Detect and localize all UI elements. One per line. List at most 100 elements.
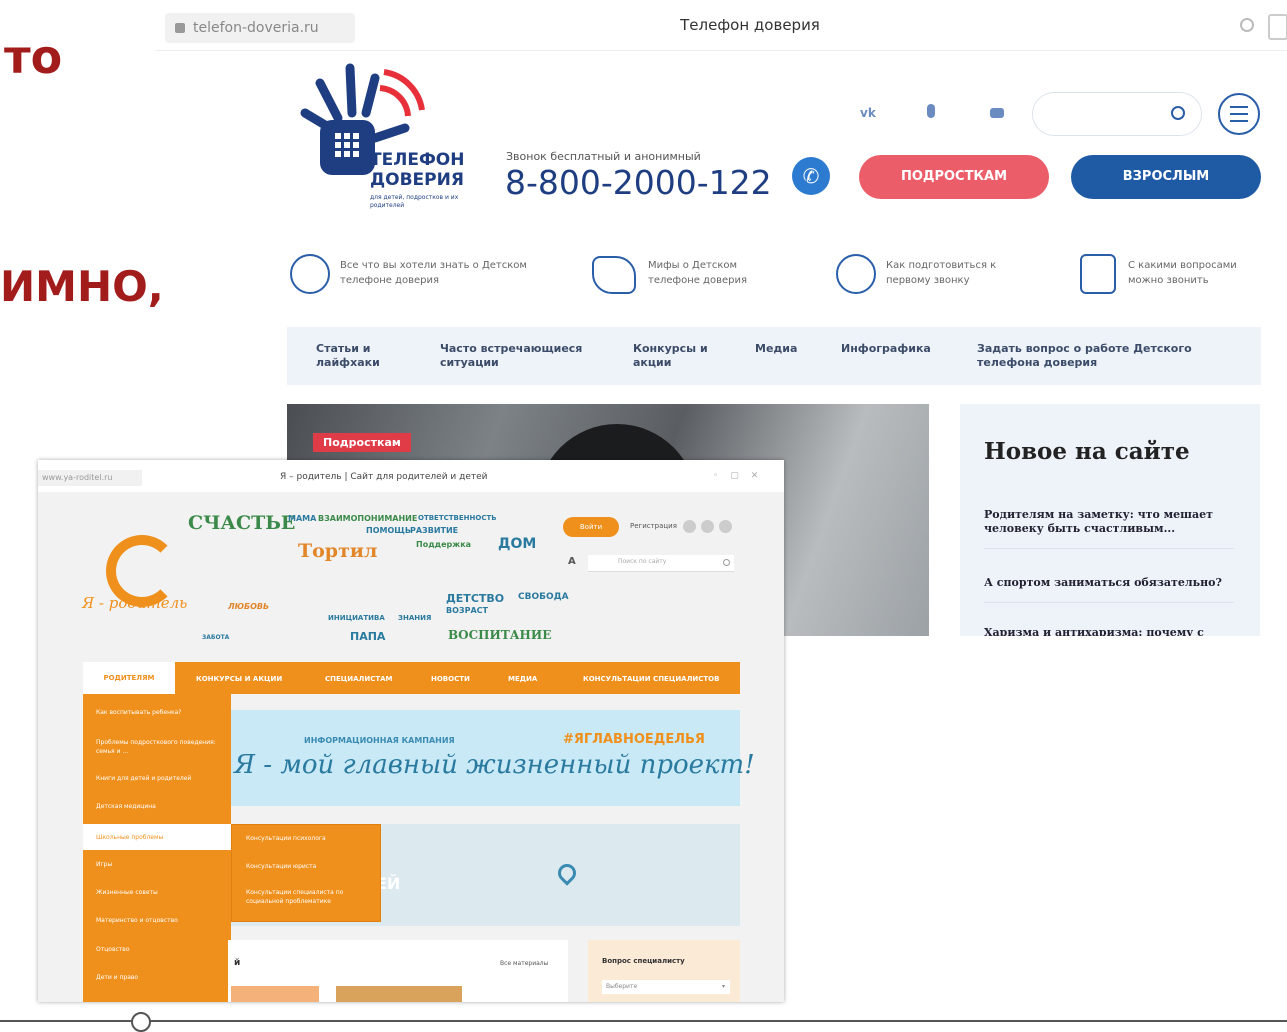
search-icon[interactable] <box>1171 106 1185 120</box>
slide-progress-track <box>0 1020 1287 1022</box>
dropdown-item[interactable]: Книги для детей и родителей <box>96 774 221 783</box>
question-bubble-icon <box>1080 254 1116 294</box>
dropdown-item[interactable]: Как воспитывать ребенка? <box>96 708 221 717</box>
browser2-window-controls[interactable]: ◦▢✕ <box>713 471 773 483</box>
browser2-url-text: www.ya-roditel.ru <box>42 473 113 482</box>
news-item[interactable]: А спортом заниматься обязательно? <box>984 576 1234 603</box>
word-cloud-word: МАМА <box>288 514 317 523</box>
dropdown-item[interactable]: Жизненные советы <box>96 888 158 897</box>
site-search-input[interactable]: Поиск по сайту <box>588 555 734 572</box>
news-panel: Новое на сайте Родителям на заметку: что… <box>960 404 1260 636</box>
browser1-extension-icon[interactable] <box>1268 14 1287 40</box>
nav-articles[interactable]: Статьи и лайфхаки <box>316 342 396 370</box>
search-icon[interactable] <box>723 559 730 566</box>
font-size-icon[interactable]: A <box>568 556 576 567</box>
facebook-icon[interactable] <box>701 520 714 533</box>
word-cloud-word: ДОМ <box>498 536 537 552</box>
register-link[interactable]: Регистрация <box>630 522 677 530</box>
nav-parents[interactable]: РОДИТЕЛЯМ <box>83 662 175 694</box>
nav-contests[interactable]: Конкурсы и акции <box>633 342 723 370</box>
brand-subtitle: для детей, подростков и их родителей <box>370 194 459 209</box>
search-placeholder: Поиск по сайту <box>618 558 667 565</box>
search-icon[interactable] <box>1240 18 1254 32</box>
nav-news[interactable]: НОВОСТИ <box>431 675 470 683</box>
vk-icon[interactable]: vk <box>860 106 876 120</box>
lock-icon <box>175 23 185 33</box>
slide-progress-handle[interactable] <box>131 1012 151 1032</box>
nav-infographics[interactable]: Инфографика <box>841 342 931 356</box>
info-link-first-call[interactable]: Как подготовиться к первому звонку <box>886 258 1016 288</box>
browser1-tab-title: Телефон доверия <box>680 16 820 34</box>
question-topic-select-value: Выберите <box>606 983 638 990</box>
nav-media[interactable]: Медиа <box>755 342 797 356</box>
phone-call-icon[interactable]: ✆ <box>792 157 830 195</box>
slide-text-fragment-middle: ИМНО, <box>0 262 164 311</box>
nav-specialists[interactable]: СПЕЦИАЛИСТАМ <box>325 675 393 683</box>
word-cloud-word: ВОСПИТАНИЕ <box>448 628 552 642</box>
word-cloud-word: РАЗВИТИЕ <box>410 526 459 535</box>
dropdown-item-active[interactable]: Школьные проблемы <box>83 824 231 850</box>
browser1-address-bar[interactable]: telefon-doveria.ru <box>165 13 355 43</box>
values-word-cloud: СЧАСТЬЕ МАМА ВЗАИМОПОНИМАНИЕ ОТВЕТСТВЕНН… <box>188 512 569 643</box>
ya-roditel-logo-text: Я - родитель <box>82 594 188 612</box>
info-link-questions[interactable]: С какими вопросами можно звонить <box>1128 258 1268 288</box>
hotline-phone-number[interactable]: 8-800-2000-122 <box>505 163 772 202</box>
youtube-icon[interactable] <box>719 520 732 533</box>
hero-category-tag[interactable]: Подросткам <box>313 433 411 452</box>
browser1-url-text: telefon-doveria.ru <box>193 20 319 36</box>
word-cloud-word: ВОЗРАСТ <box>446 606 488 615</box>
nav-contests[interactable]: КОНКУРСЫ И АКЦИИ <box>196 675 282 683</box>
nav-media[interactable]: МЕДИА <box>508 675 537 683</box>
odnoklassniki-icon[interactable] <box>927 104 935 118</box>
phone-circle-icon <box>836 254 876 294</box>
nav-consultations[interactable]: КОНСУЛЬТАЦИИ СПЕЦИАЛИСТОВ <box>583 675 719 683</box>
word-cloud-word: ПАПА <box>350 630 386 643</box>
adults-button[interactable]: ВЗРОСЛЫМ <box>1071 155 1261 199</box>
subdropdown-item[interactable]: Консультации психолога <box>246 834 371 843</box>
nav-ask-question[interactable]: Задать вопрос о работе Детского телефона… <box>977 342 1217 370</box>
nav-situations[interactable]: Часто встречающиеся ситуации <box>440 342 600 370</box>
chevron-down-icon: ▾ <box>721 983 725 990</box>
dropdown-item[interactable]: Дети и право <box>96 973 138 982</box>
question-topic-select[interactable]: Выберите ▾ <box>602 980 730 994</box>
slide-text-fragment-top: то <box>4 30 63 84</box>
login-button[interactable]: Войти <box>563 517 619 537</box>
news-panel-title: Новое на сайте <box>984 438 1190 465</box>
brand-name-line2: ДОВЕРИЯ <box>370 170 464 190</box>
call-caption: Звонок бесплатный и анонимный <box>506 150 701 163</box>
news-item[interactable]: Родителям на заметку: что мешает человек… <box>984 508 1234 549</box>
article-thumbnail[interactable] <box>231 986 319 1002</box>
menu-hamburger-button[interactable] <box>1218 93 1260 135</box>
teens-button[interactable]: ПОДРОСТКАМ <box>859 155 1049 199</box>
dropdown-item[interactable]: Отцовство <box>96 945 130 954</box>
browser2-window: www.ya-roditel.ru Я – родитель | Сайт дл… <box>38 460 784 1002</box>
article-thumbnail[interactable] <box>336 986 462 1002</box>
vk-icon[interactable] <box>683 520 696 533</box>
youtube-icon[interactable] <box>990 108 1004 118</box>
campaign-hashtag: #ЯГЛАВНОЕДЕЛЬЯ <box>563 732 705 747</box>
dropdown-item[interactable]: Материнство и отцовство <box>96 916 178 925</box>
info-link-myths[interactable]: Мифы о Детском телефоне доверия <box>648 258 778 288</box>
news-item[interactable]: Харизма и антихаризма: почему с <box>984 626 1234 636</box>
info-link-about[interactable]: Все что вы хотели знать о Детском телефо… <box>340 258 540 288</box>
campaign-slogan: Я - мой главный жизненный проект! <box>234 750 755 780</box>
site-search-input[interactable] <box>1032 92 1202 136</box>
subdropdown-item[interactable]: Консультации специалиста по социальной п… <box>246 888 371 906</box>
dropdown-item-label: Школьные проблемы <box>96 834 164 841</box>
browser2-tab-title: Я – родитель | Сайт для родителей и дете… <box>280 472 488 482</box>
articles-heading: й <box>234 958 241 968</box>
brand-name-line1: ТЕЛЕФОН <box>370 150 465 170</box>
dropdown-item[interactable]: Детская медицина <box>96 802 221 811</box>
question-panel-heading: Вопрос специалисту <box>602 957 685 965</box>
word-cloud-word: СВОБОДА <box>518 592 569 602</box>
dropdown-item[interactable]: Проблемы подросткового поведения: семья … <box>96 738 221 756</box>
word-cloud-word: СЧАСТЬЕ <box>188 512 296 534</box>
word-cloud-word: Тортил <box>298 540 378 562</box>
word-cloud-word: ОТВЕТСТВЕННОСТЬ <box>418 514 497 522</box>
dropdown-item[interactable]: Игры <box>96 860 112 869</box>
campaign-label: ИНФОРМАЦИОННАЯ КАМПАНИЯ <box>304 736 455 745</box>
subdropdown-item[interactable]: Консультации юриста <box>246 862 371 871</box>
browser2-address-bar[interactable]: www.ya-roditel.ru <box>38 470 142 486</box>
myth-lamp-icon <box>592 256 636 294</box>
all-articles-link[interactable]: Все материалы <box>500 960 548 967</box>
